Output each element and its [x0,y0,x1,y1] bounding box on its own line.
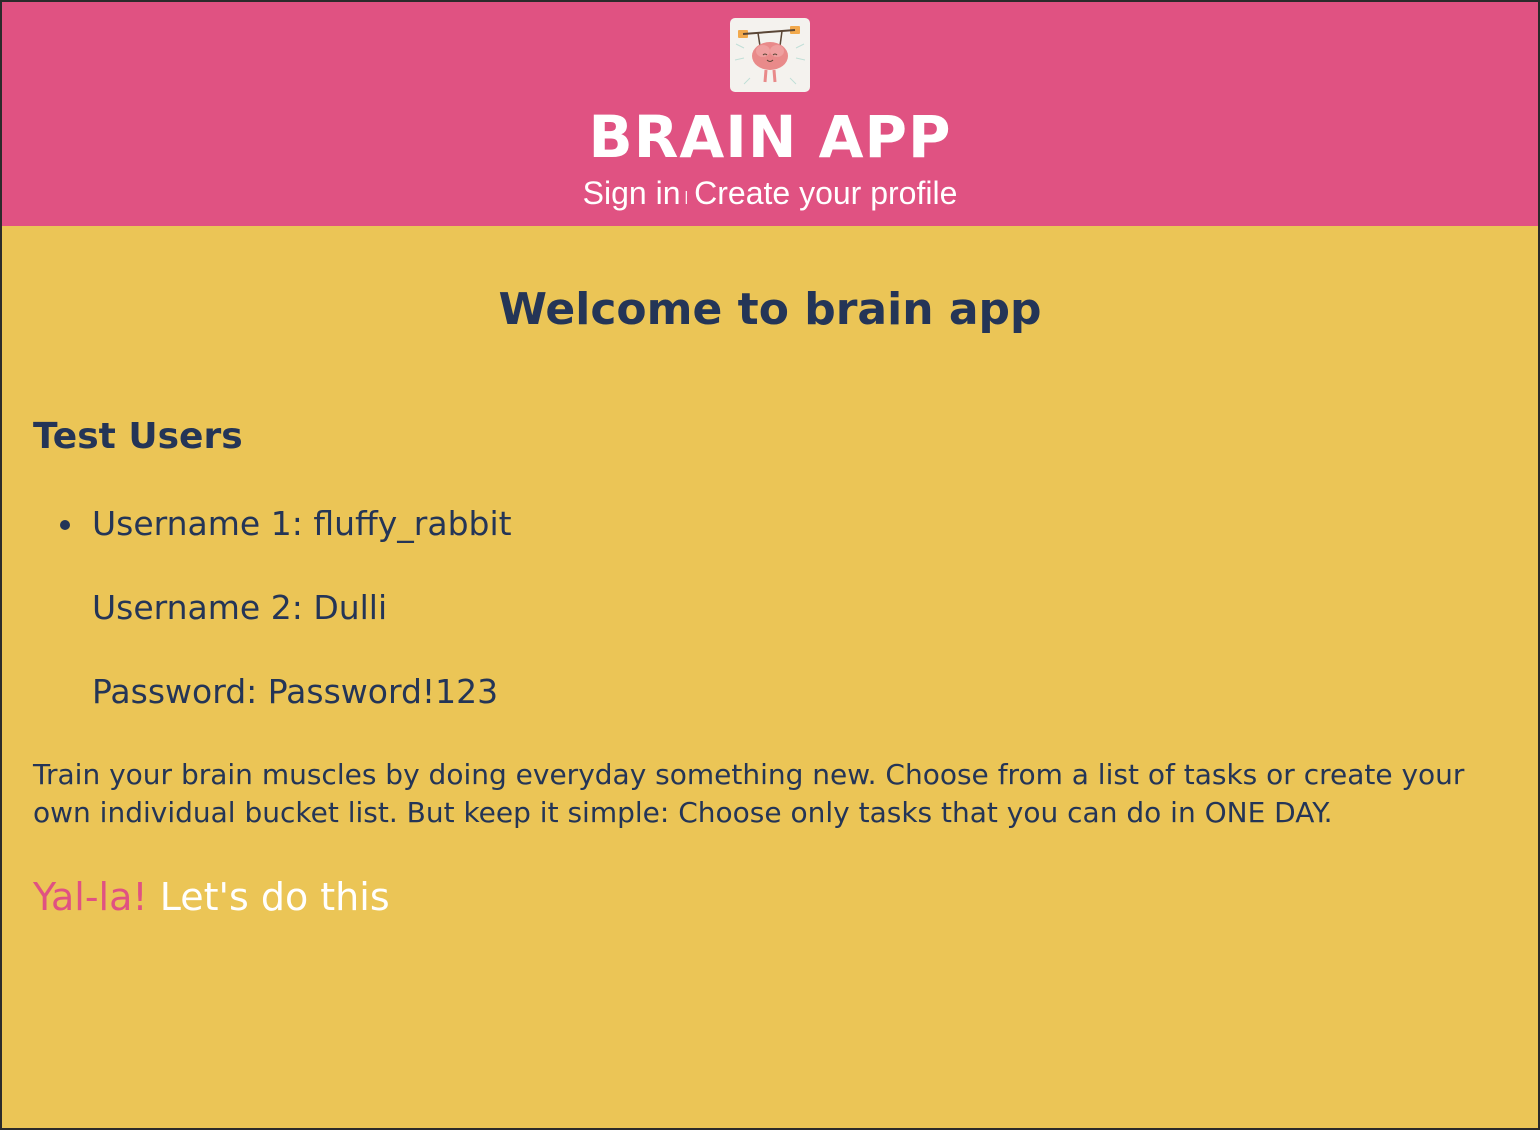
app-description: Train your brain muscles by doing everyd… [33,758,1465,829]
app-title: BRAIN APP [588,103,952,171]
site-header: BRAIN APP Sign in | Create your profile [2,2,1538,226]
list-item: Username 1: fluffy_rabbit [60,502,512,586]
create-profile-link[interactable]: Create your profile [694,175,957,211]
test-users-list: Username 1: fluffy_rabbit Username 2: Du… [60,502,512,754]
call-to-action: Yal-la! Let's do this [33,872,390,922]
brain-app-logo[interactable] [730,18,810,92]
list-item: Username 2: Dulli [92,586,512,670]
welcome-heading: Welcome to brain app [498,284,1042,335]
username-2-text: Username 2: Dulli [92,588,388,627]
cta-text: Let's do this [159,875,390,919]
list-item: Password: Password!123 [92,670,512,754]
username-1-text: Username 1: fluffy_rabbit [92,504,512,543]
brain-lifting-weights-icon [734,26,806,85]
sign-in-link[interactable]: Sign in [583,175,681,211]
header-nav: Sign in | Create your profile [2,173,1538,216]
bullet-icon [60,520,70,530]
password-text: Password: Password!123 [92,672,499,711]
nav-separator: | [684,187,689,204]
test-users-heading: Test Users [33,416,243,457]
cta-highlight: Yal-la! [33,875,148,919]
